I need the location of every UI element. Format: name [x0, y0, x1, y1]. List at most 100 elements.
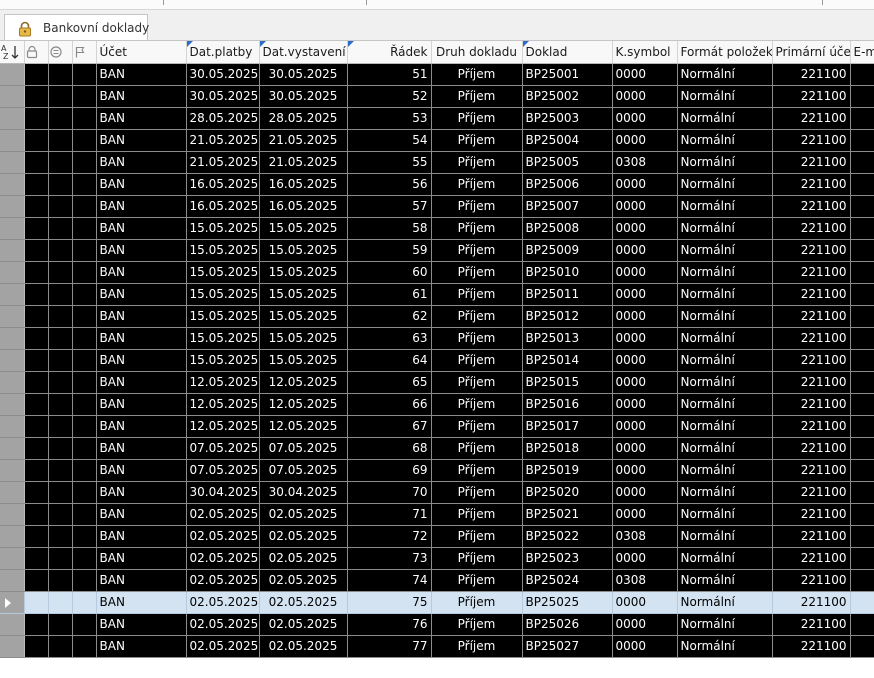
- cell-doklad[interactable]: BP25003: [522, 107, 613, 130]
- cell-format-polozek[interactable]: Normální: [677, 569, 773, 592]
- cell-format-polozek[interactable]: Normální: [677, 261, 773, 284]
- cell-format-polozek[interactable]: Normální: [677, 393, 773, 416]
- cell-radek[interactable]: 76: [347, 613, 432, 636]
- cell-dat-vystaveni[interactable]: 02.05.2025: [259, 569, 348, 592]
- row-selector[interactable]: [0, 129, 25, 152]
- cell-k-symbol[interactable]: 0000: [612, 107, 678, 130]
- cell-ucet[interactable]: BAN: [96, 305, 187, 328]
- cell-format-polozek[interactable]: Normální: [677, 525, 773, 548]
- cell-dat-platby[interactable]: 15.05.2025: [186, 283, 260, 306]
- cell-flag[interactable]: [72, 591, 97, 614]
- cell-radek[interactable]: 57: [347, 195, 432, 218]
- cell-lock[interactable]: [24, 63, 49, 86]
- cell-radek[interactable]: 72: [347, 525, 432, 548]
- cell-doklad[interactable]: BP25022: [522, 525, 613, 548]
- table-row[interactable]: BAN 30.05.2025 30.05.2025 52 Příjem BP25002 00…: [0, 85, 874, 108]
- cell-primarni-ucet[interactable]: 221100: [772, 613, 851, 636]
- cell-doklad[interactable]: BP25027: [522, 635, 613, 658]
- cell-format-polozek[interactable]: Normální: [677, 327, 773, 350]
- row-selector[interactable]: [0, 195, 25, 218]
- cell-email[interactable]: [850, 393, 874, 416]
- row-selector[interactable]: [0, 591, 25, 614]
- cell-ucet[interactable]: BAN: [96, 569, 187, 592]
- cell-email[interactable]: [850, 547, 874, 570]
- cell-format-polozek[interactable]: Normální: [677, 305, 773, 328]
- cell-druh-dokladu[interactable]: Příjem: [431, 63, 523, 86]
- cell-k-symbol[interactable]: 0000: [612, 459, 678, 482]
- cell-radek[interactable]: 75: [347, 591, 432, 614]
- table-row[interactable]: BAN 21.05.2025 21.05.2025 55 Příjem BP25005 03…: [0, 151, 874, 174]
- cell-dat-platby[interactable]: 02.05.2025: [186, 525, 260, 548]
- cell-lock[interactable]: [24, 591, 49, 614]
- cell-flag[interactable]: [72, 63, 97, 86]
- cell-primarni-ucet[interactable]: 221100: [772, 107, 851, 130]
- cell-radek[interactable]: 58: [347, 217, 432, 240]
- cell-lock[interactable]: [24, 283, 49, 306]
- row-selector[interactable]: [0, 107, 25, 130]
- cell-flag[interactable]: [72, 437, 97, 460]
- cell-doklad[interactable]: BP25010: [522, 261, 613, 284]
- col-header-k-symbol[interactable]: K.symbol: [612, 41, 678, 64]
- col-header-format-polozek[interactable]: Formát položek: [677, 41, 773, 64]
- cell-doklad[interactable]: BP25004: [522, 129, 613, 152]
- table-row[interactable]: BAN 15.05.2025 15.05.2025 58 Příjem BP25008 00…: [0, 217, 874, 240]
- cell-email[interactable]: [850, 217, 874, 240]
- table-row[interactable]: BAN 28.05.2025 28.05.2025 53 Příjem BP25003 00…: [0, 107, 874, 130]
- cell-dat-vystaveni[interactable]: 28.05.2025: [259, 107, 348, 130]
- cell-primarni-ucet[interactable]: 221100: [772, 635, 851, 658]
- table-row[interactable]: BAN 12.05.2025 12.05.2025 67 Příjem BP25017 00…: [0, 415, 874, 438]
- cell-flag[interactable]: [72, 85, 97, 108]
- cell-flag[interactable]: [72, 195, 97, 218]
- cell-format-polozek[interactable]: Normální: [677, 173, 773, 196]
- tab-bankovni-doklady[interactable]: Bankovní doklady: [4, 14, 149, 42]
- cell-format-polozek[interactable]: Normální: [677, 85, 773, 108]
- cell-email[interactable]: [850, 591, 874, 614]
- cell-druh-dokladu[interactable]: Příjem: [431, 459, 523, 482]
- lock-icon[interactable]: [24, 41, 49, 64]
- cell-ucet[interactable]: BAN: [96, 415, 187, 438]
- cell-dat-platby[interactable]: 15.05.2025: [186, 261, 260, 284]
- cell-dat-vystaveni[interactable]: 30.05.2025: [259, 85, 348, 108]
- row-selector[interactable]: [0, 437, 25, 460]
- cell-email[interactable]: [850, 239, 874, 262]
- cell-format-polozek[interactable]: Normální: [677, 547, 773, 570]
- cell-email[interactable]: [850, 327, 874, 350]
- cell-druh-dokladu[interactable]: Příjem: [431, 613, 523, 636]
- cell-primarni-ucet[interactable]: 221100: [772, 437, 851, 460]
- cell-record[interactable]: [48, 261, 73, 284]
- cell-druh-dokladu[interactable]: Příjem: [431, 481, 523, 504]
- cell-doklad[interactable]: BP25024: [522, 569, 613, 592]
- cell-email[interactable]: [850, 129, 874, 152]
- cell-flag[interactable]: [72, 261, 97, 284]
- row-selector[interactable]: [0, 613, 25, 636]
- cell-k-symbol[interactable]: 0000: [612, 283, 678, 306]
- row-selector[interactable]: [0, 569, 25, 592]
- table-row[interactable]: BAN 30.04.2025 30.04.2025 70 Příjem BP25020 00…: [0, 481, 874, 504]
- cell-ucet[interactable]: BAN: [96, 613, 187, 636]
- cell-druh-dokladu[interactable]: Příjem: [431, 85, 523, 108]
- cell-lock[interactable]: [24, 635, 49, 658]
- cell-druh-dokladu[interactable]: Příjem: [431, 151, 523, 174]
- cell-dat-platby[interactable]: 21.05.2025: [186, 129, 260, 152]
- cell-lock[interactable]: [24, 481, 49, 504]
- cell-dat-platby[interactable]: 30.05.2025: [186, 63, 260, 86]
- cell-druh-dokladu[interactable]: Příjem: [431, 591, 523, 614]
- cell-dat-vystaveni[interactable]: 15.05.2025: [259, 327, 348, 350]
- cell-record[interactable]: [48, 613, 73, 636]
- cell-primarni-ucet[interactable]: 221100: [772, 415, 851, 438]
- cell-flag[interactable]: [72, 327, 97, 350]
- cell-ucet[interactable]: BAN: [96, 393, 187, 416]
- cell-record[interactable]: [48, 107, 73, 130]
- cell-flag[interactable]: [72, 283, 97, 306]
- cell-record[interactable]: [48, 217, 73, 240]
- cell-flag[interactable]: [72, 151, 97, 174]
- row-selector[interactable]: [0, 239, 25, 262]
- cell-radek[interactable]: 65: [347, 371, 432, 394]
- row-selector[interactable]: [0, 173, 25, 196]
- cell-record[interactable]: [48, 481, 73, 504]
- cell-lock[interactable]: [24, 415, 49, 438]
- cell-druh-dokladu[interactable]: Příjem: [431, 217, 523, 240]
- cell-primarni-ucet[interactable]: 221100: [772, 195, 851, 218]
- cell-radek[interactable]: 56: [347, 173, 432, 196]
- cell-radek[interactable]: 63: [347, 327, 432, 350]
